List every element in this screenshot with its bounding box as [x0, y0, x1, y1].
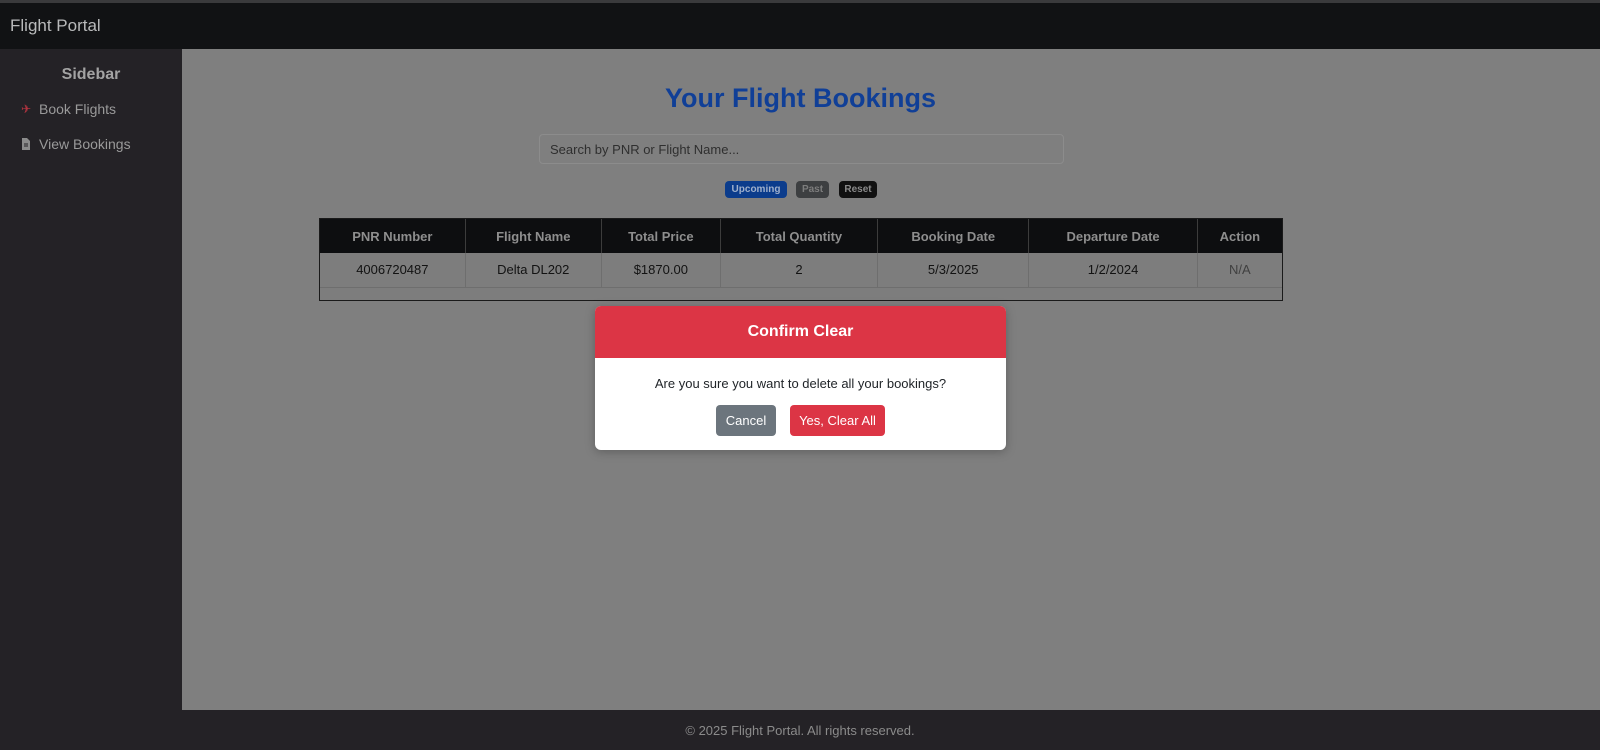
modal-message: Are you sure you want to delete all your…	[654, 376, 947, 391]
cell-total-price: $1870.00	[601, 253, 721, 288]
filter-upcoming-button[interactable]: Upcoming	[725, 181, 787, 198]
cell-booking-date: 5/3/2025	[877, 253, 1030, 288]
sidebar-title: Sidebar	[61, 66, 121, 83]
cancel-button[interactable]: Cancel	[716, 405, 776, 436]
footer-copyright: © 2025 Flight Portal. All rights reserve…	[685, 722, 915, 738]
column-header-departure-date: Departure Date	[1028, 219, 1198, 253]
cell-departure-date: 1/2/2024	[1028, 253, 1198, 288]
column-header-total-price: Total Price	[601, 219, 721, 253]
filter-reset-button[interactable]: Reset	[839, 181, 877, 198]
cell-action: N/A	[1197, 253, 1282, 288]
column-header-total-quantity: Total Quantity	[720, 219, 879, 253]
cell-flight-name: Delta DL202	[465, 253, 602, 288]
table-header-row: PNR Number Flight Name Total Price Total…	[320, 219, 1282, 253]
sidebar-item-view-bookings[interactable]: View Bookings	[18, 136, 131, 152]
column-header-booking-date: Booking Date	[877, 219, 1030, 253]
cell-total-quantity: 2	[720, 253, 879, 288]
confirm-clear-all-button[interactable]: Yes, Clear All	[790, 405, 885, 436]
cell-pnr: 4006720487	[320, 253, 466, 288]
navbar: Flight Portal	[0, 3, 1600, 49]
column-header-action: Action	[1197, 219, 1282, 253]
column-header-flight-name: Flight Name	[465, 219, 602, 253]
confirm-clear-modal: Confirm Clear Are you sure you want to d…	[595, 306, 1006, 450]
search-input[interactable]	[539, 134, 1064, 164]
modal-title: Confirm Clear	[595, 306, 1006, 358]
sidebar-item-label: Book Flights	[39, 101, 117, 117]
plane-icon: ✈	[20, 102, 32, 116]
sidebar: Sidebar ✈ Book Flights View Bookings	[0, 49, 182, 710]
modal-actions: Cancel Yes, Clear All	[595, 405, 1006, 436]
filter-past-button[interactable]: Past	[796, 181, 829, 198]
footer: © 2025 Flight Portal. All rights reserve…	[0, 710, 1600, 750]
table-row: 4006720487 Delta DL202 $1870.00 2 5/3/20…	[320, 253, 1282, 288]
page-title: Your Flight Bookings	[665, 83, 936, 113]
document-icon	[18, 138, 34, 150]
sidebar-item-book-flights[interactable]: ✈ Book Flights	[18, 101, 116, 117]
column-header-pnr: PNR Number	[320, 219, 466, 253]
sidebar-item-label: View Bookings	[39, 136, 131, 152]
brand-link[interactable]: Flight Portal	[10, 16, 101, 36]
bookings-table: PNR Number Flight Name Total Price Total…	[319, 218, 1283, 301]
